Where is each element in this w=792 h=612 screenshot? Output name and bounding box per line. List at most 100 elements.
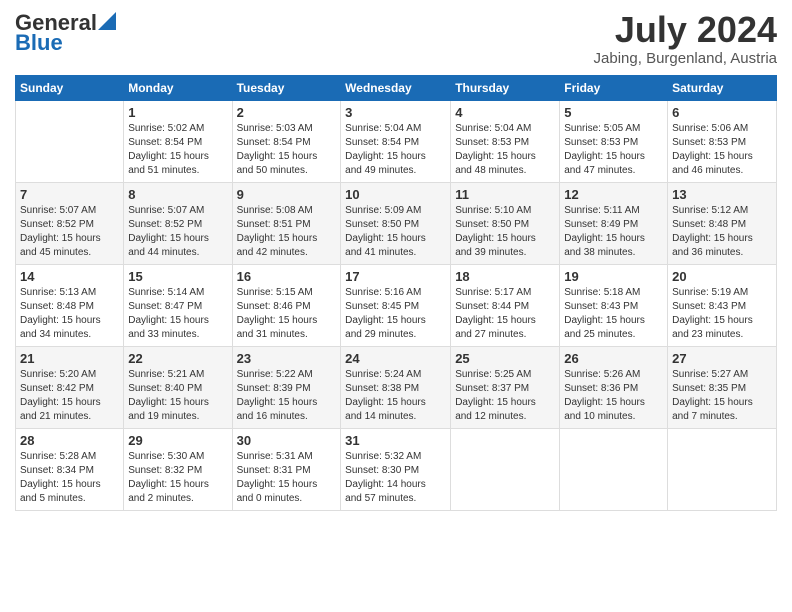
calendar-cell-w3-d1: 15 Sunrise: 5:14 AM Sunset: 8:47 PM Dayli…: [124, 264, 232, 346]
day-info-3: Sunrise: 5:04 AM Sunset: 8:54 PM Dayligh…: [345, 122, 446, 178]
header-friday: Friday: [560, 75, 668, 100]
day-number-13: 13: [672, 187, 772, 202]
calendar-cell-w5-d5: [560, 428, 668, 510]
header-wednesday: Wednesday: [341, 75, 451, 100]
day-info-2: Sunrise: 5:03 AM Sunset: 8:54 PM Dayligh…: [237, 122, 337, 178]
day-number-18: 18: [455, 269, 555, 284]
day-info-10: Sunrise: 5:09 AM Sunset: 8:50 PM Dayligh…: [345, 204, 446, 260]
header-thursday: Thursday: [451, 75, 560, 100]
day-info-20: Sunrise: 5:19 AM Sunset: 8:43 PM Dayligh…: [672, 286, 772, 342]
day-info-24: Sunrise: 5:24 AM Sunset: 8:38 PM Dayligh…: [345, 368, 446, 424]
day-number-20: 20: [672, 269, 772, 284]
day-number-4: 4: [455, 105, 555, 120]
header: General Blue July 2024 Jabing, Burgenlan…: [15, 10, 777, 67]
calendar-week-2: 7 Sunrise: 5:07 AM Sunset: 8:52 PM Daylig…: [16, 182, 777, 264]
day-number-9: 9: [237, 187, 337, 202]
calendar-cell-w5-d2: 30Sunrise: 5:31 AM Sunset: 8:31 PM Dayli…: [232, 428, 341, 510]
day-info-5: Sunrise: 5:05 AM Sunset: 8:53 PM Dayligh…: [564, 122, 663, 178]
day-number-17: 17: [345, 269, 446, 284]
calendar-week-3: 14 Sunrise: 5:13 AM Sunset: 8:48 PM Dayli…: [16, 264, 777, 346]
calendar-cell-w4-d3: 24 Sunrise: 5:24 AM Sunset: 8:38 PM Dayli…: [341, 346, 451, 428]
calendar-cell-w2-d4: 11 Sunrise: 5:10 AM Sunset: 8:50 PM Dayli…: [451, 182, 560, 264]
day-info-11: Sunrise: 5:10 AM Sunset: 8:50 PM Dayligh…: [455, 204, 555, 260]
day-number-8: 8: [128, 187, 227, 202]
calendar-cell-w1-d1: 1 Sunrise: 5:02 AM Sunset: 8:54 PM Daylig…: [124, 100, 232, 182]
day-number-2: 2: [237, 105, 337, 120]
day-number-5: 5: [564, 105, 663, 120]
day-info-16: Sunrise: 5:15 AM Sunset: 8:46 PM Dayligh…: [237, 286, 337, 342]
calendar-cell-w2-d6: 13Sunrise: 5:12 AM Sunset: 8:48 PM Dayli…: [668, 182, 777, 264]
day-info-19: Sunrise: 5:18 AM Sunset: 8:43 PM Dayligh…: [564, 286, 663, 342]
day-info-25: Sunrise: 5:25 AM Sunset: 8:37 PM Dayligh…: [455, 368, 555, 424]
location: Jabing, Burgenland, Austria: [594, 50, 777, 67]
calendar-week-4: 21 Sunrise: 5:20 AM Sunset: 8:42 PM Dayli…: [16, 346, 777, 428]
calendar-cell-w3-d0: 14 Sunrise: 5:13 AM Sunset: 8:48 PM Dayli…: [16, 264, 124, 346]
header-monday: Monday: [124, 75, 232, 100]
calendar-cell-w3-d2: 16 Sunrise: 5:15 AM Sunset: 8:46 PM Dayli…: [232, 264, 341, 346]
day-number-24: 24: [345, 351, 446, 366]
day-number-23: 23: [237, 351, 337, 366]
day-number-31: 31: [345, 433, 446, 448]
day-info-14: Sunrise: 5:13 AM Sunset: 8:48 PM Dayligh…: [20, 286, 119, 342]
calendar-cell-w5-d6: [668, 428, 777, 510]
day-number-27: 27: [672, 351, 772, 366]
day-number-29: 29: [128, 433, 227, 448]
calendar-cell-w1-d6: 6Sunrise: 5:06 AM Sunset: 8:53 PM Daylig…: [668, 100, 777, 182]
day-number-1: 1: [128, 105, 227, 120]
calendar-week-1: 1 Sunrise: 5:02 AM Sunset: 8:54 PM Daylig…: [16, 100, 777, 182]
day-number-25: 25: [455, 351, 555, 366]
day-number-19: 19: [564, 269, 663, 284]
calendar-cell-w3-d3: 17 Sunrise: 5:16 AM Sunset: 8:45 PM Dayli…: [341, 264, 451, 346]
calendar-cell-w2-d1: 8 Sunrise: 5:07 AM Sunset: 8:52 PM Daylig…: [124, 182, 232, 264]
header-saturday: Saturday: [668, 75, 777, 100]
day-info-15: Sunrise: 5:14 AM Sunset: 8:47 PM Dayligh…: [128, 286, 227, 342]
day-info-1: Sunrise: 5:02 AM Sunset: 8:54 PM Dayligh…: [128, 122, 227, 178]
calendar-cell-w1-d0: [16, 100, 124, 182]
day-number-16: 16: [237, 269, 337, 284]
calendar-cell-w2-d2: 9 Sunrise: 5:08 AM Sunset: 8:51 PM Daylig…: [232, 182, 341, 264]
day-number-12: 12: [564, 187, 663, 202]
day-info-26: Sunrise: 5:26 AM Sunset: 8:36 PM Dayligh…: [564, 368, 663, 424]
day-info-6: Sunrise: 5:06 AM Sunset: 8:53 PM Dayligh…: [672, 122, 772, 178]
logo-triangle-icon: [98, 12, 116, 30]
day-info-21: Sunrise: 5:20 AM Sunset: 8:42 PM Dayligh…: [20, 368, 119, 424]
logo-text-blue: Blue: [15, 30, 63, 56]
calendar-cell-w4-d4: 25 Sunrise: 5:25 AM Sunset: 8:37 PM Dayli…: [451, 346, 560, 428]
page-container: General Blue July 2024 Jabing, Burgenlan…: [0, 0, 792, 521]
calendar-cell-w5-d1: 29Sunrise: 5:30 AM Sunset: 8:32 PM Dayli…: [124, 428, 232, 510]
day-info-7: Sunrise: 5:07 AM Sunset: 8:52 PM Dayligh…: [20, 204, 119, 260]
logo: General Blue: [15, 10, 116, 56]
header-tuesday: Tuesday: [232, 75, 341, 100]
day-info-23: Sunrise: 5:22 AM Sunset: 8:39 PM Dayligh…: [237, 368, 337, 424]
title-area: July 2024 Jabing, Burgenland, Austria: [594, 10, 777, 67]
day-number-15: 15: [128, 269, 227, 284]
day-number-21: 21: [20, 351, 119, 366]
calendar-cell-w3-d5: 19 Sunrise: 5:18 AM Sunset: 8:43 PM Dayli…: [560, 264, 668, 346]
day-info-17: Sunrise: 5:16 AM Sunset: 8:45 PM Dayligh…: [345, 286, 446, 342]
day-info-22: Sunrise: 5:21 AM Sunset: 8:40 PM Dayligh…: [128, 368, 227, 424]
day-number-10: 10: [345, 187, 446, 202]
day-number-26: 26: [564, 351, 663, 366]
day-info-30: Sunrise: 5:31 AM Sunset: 8:31 PM Dayligh…: [237, 450, 337, 506]
day-number-14: 14: [20, 269, 119, 284]
calendar-cell-w4-d5: 26 Sunrise: 5:26 AM Sunset: 8:36 PM Dayli…: [560, 346, 668, 428]
calendar-cell-w2-d3: 10 Sunrise: 5:09 AM Sunset: 8:50 PM Dayli…: [341, 182, 451, 264]
day-info-28: Sunrise: 5:28 AM Sunset: 8:34 PM Dayligh…: [20, 450, 119, 506]
calendar-cell-w4-d2: 23 Sunrise: 5:22 AM Sunset: 8:39 PM Dayli…: [232, 346, 341, 428]
calendar-cell-w2-d5: 12 Sunrise: 5:11 AM Sunset: 8:49 PM Dayli…: [560, 182, 668, 264]
day-info-8: Sunrise: 5:07 AM Sunset: 8:52 PM Dayligh…: [128, 204, 227, 260]
calendar-cell-w3-d6: 20 Sunrise: 5:19 AM Sunset: 8:43 PM Dayli…: [668, 264, 777, 346]
day-info-12: Sunrise: 5:11 AM Sunset: 8:49 PM Dayligh…: [564, 204, 663, 260]
calendar-week-5: 28Sunrise: 5:28 AM Sunset: 8:34 PM Dayli…: [16, 428, 777, 510]
day-info-31: Sunrise: 5:32 AM Sunset: 8:30 PM Dayligh…: [345, 450, 446, 506]
calendar-cell-w4-d1: 22Sunrise: 5:21 AM Sunset: 8:40 PM Dayli…: [124, 346, 232, 428]
day-number-7: 7: [20, 187, 119, 202]
calendar-cell-w1-d4: 4Sunrise: 5:04 AM Sunset: 8:53 PM Daylig…: [451, 100, 560, 182]
calendar-cell-w5-d4: [451, 428, 560, 510]
day-info-9: Sunrise: 5:08 AM Sunset: 8:51 PM Dayligh…: [237, 204, 337, 260]
day-number-11: 11: [455, 187, 555, 202]
month-year: July 2024: [594, 10, 777, 50]
day-number-3: 3: [345, 105, 446, 120]
calendar-header-row: Sunday Monday Tuesday Wednesday Thursday…: [16, 75, 777, 100]
calendar-cell-w2-d0: 7 Sunrise: 5:07 AM Sunset: 8:52 PM Daylig…: [16, 182, 124, 264]
